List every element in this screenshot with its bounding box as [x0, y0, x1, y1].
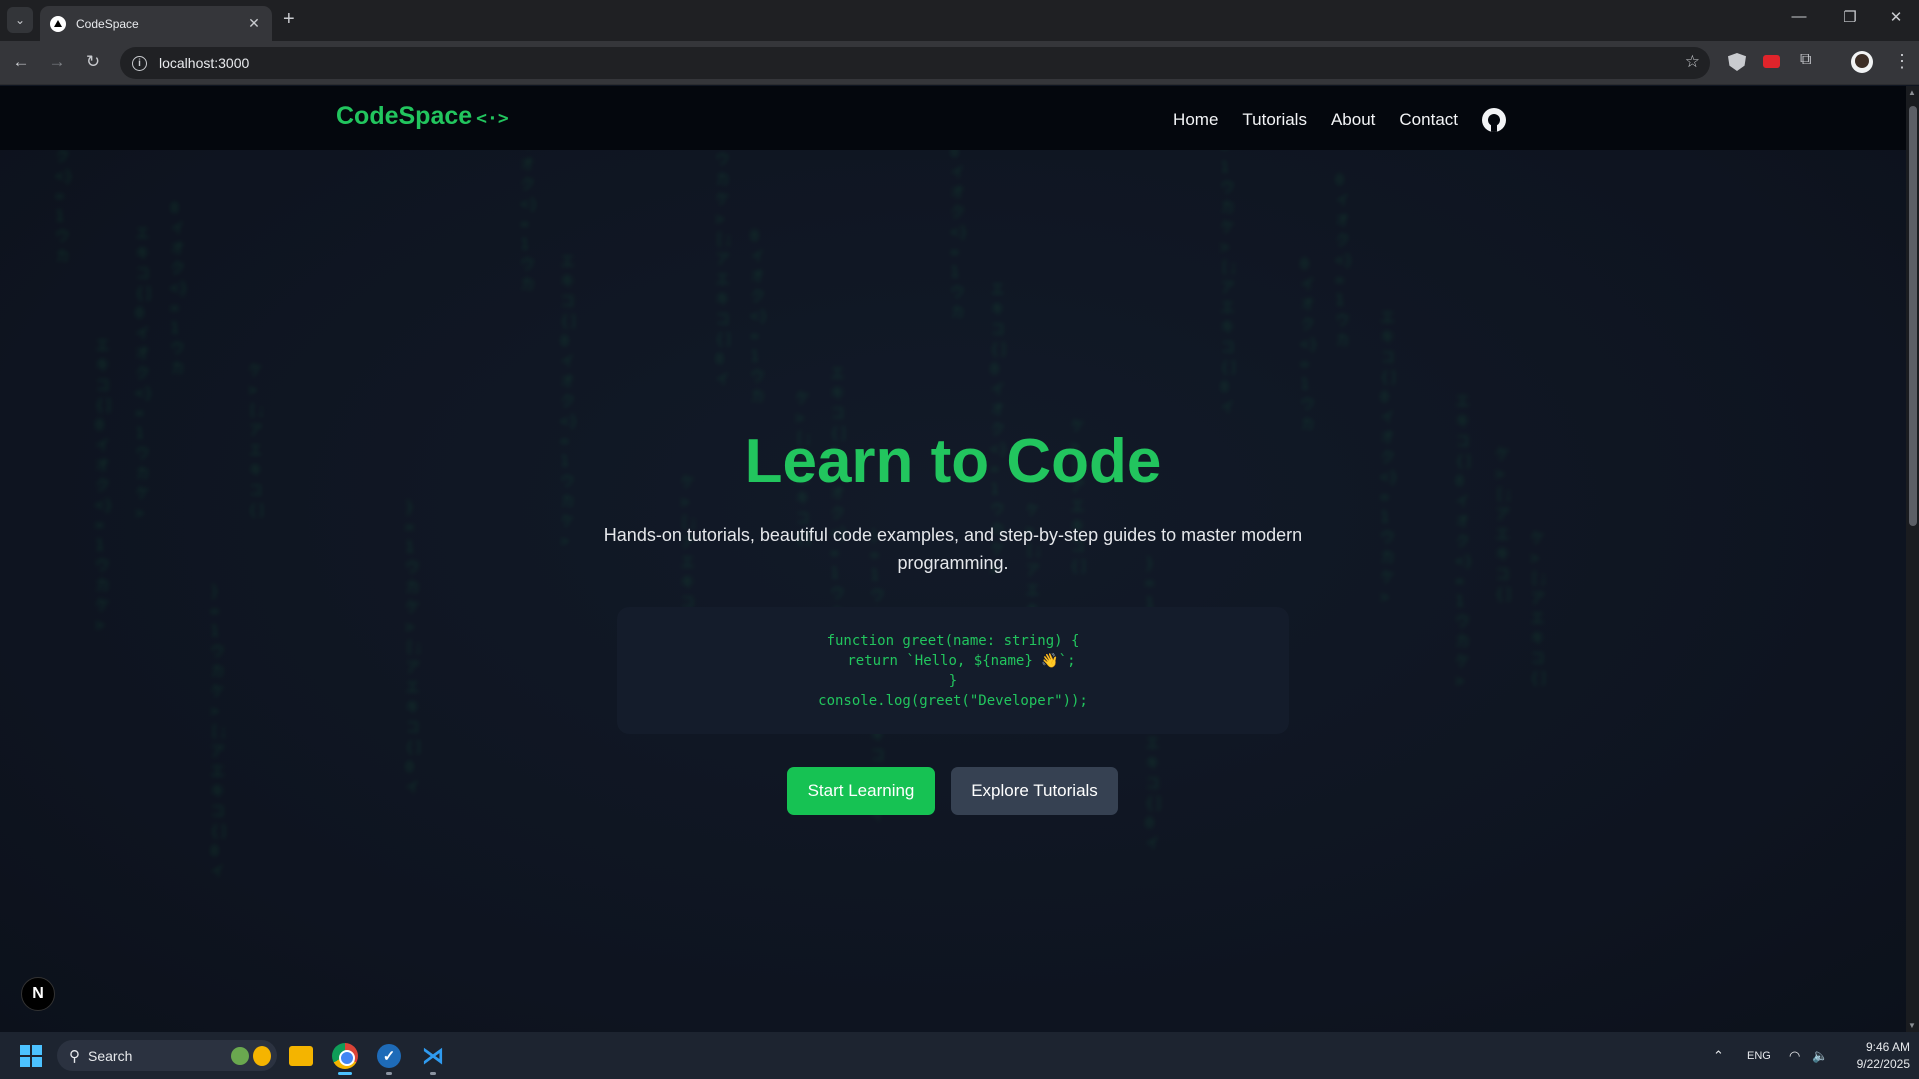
search-highlight-icon [231, 1044, 271, 1067]
nextjs-dev-badge[interactable]: N [21, 977, 55, 1011]
tab-favicon-icon [50, 15, 66, 32]
tab-list-icon[interactable]: ⌄ [7, 7, 33, 33]
rain-column: 0イオク<}=1ウカ [1335, 171, 1354, 349]
taskbar-search[interactable]: ⚲ Search [57, 1040, 277, 1071]
extensions-puzzle-icon[interactable]: ⧉ [1800, 51, 1818, 69]
bookmark-star-icon[interactable]: ☆ [1685, 52, 1700, 72]
tray-overflow-icon[interactable]: ⌃ [1713, 1032, 1724, 1079]
browser-toolbar: ← → ↻ i localhost:3000 ☆ ⧉ ⋮ [0, 41, 1919, 85]
site-logo[interactable]: CodeSpace <·> [336, 102, 509, 131]
tab-close-icon[interactable]: ✕ [246, 15, 262, 32]
site-header: CodeSpace <·> Home Tutorials About Contac… [0, 86, 1906, 150]
language-indicator[interactable]: ENG [1747, 1032, 1771, 1079]
search-icon: ⚲ [69, 1047, 80, 1065]
nav-home[interactable]: Home [1173, 110, 1218, 130]
scroll-up-icon[interactable]: ▲ [1908, 88, 1916, 97]
main-nav: Home Tutorials About Contact [1149, 108, 1506, 132]
profile-avatar-icon[interactable] [1851, 51, 1873, 73]
code-brackets-icon: <·> [476, 108, 509, 129]
forward-icon[interactable]: → [46, 52, 68, 72]
reload-icon[interactable]: ↻ [82, 52, 104, 72]
new-tab-button[interactable]: + [283, 9, 295, 29]
browser-tab-strip: ⌄ CodeSpace ✕ + — ❐ ✕ [0, 0, 1919, 41]
start-learning-button[interactable]: Start Learning [787, 767, 935, 815]
youtube-extension-icon[interactable] [1763, 55, 1780, 68]
rain-column: }=1ウカケ>[;アエキコ{]0イ [1220, 118, 1239, 416]
back-icon[interactable]: ← [10, 52, 32, 72]
github-icon[interactable] [1482, 108, 1506, 132]
code-line: function greet(name: string) { [826, 632, 1080, 649]
wifi-icon[interactable]: ◠ [1789, 1032, 1800, 1079]
scroll-thumb[interactable] [1909, 106, 1917, 526]
tab-title: CodeSpace [76, 16, 139, 31]
nav-contact[interactable]: Contact [1399, 110, 1458, 130]
rain-column: 0イオク<}=1ウカ [950, 143, 969, 321]
hero-subtitle: Hands-on tutorials, beautiful code examp… [603, 525, 1303, 573]
rain-column: エキコ{]0イオク<}=1ウカケ> [560, 252, 579, 550]
page-scrollbar[interactable]: ▲ ▼ [1906, 86, 1919, 1032]
rain-column: 0イオク<}=1ウカ [170, 199, 189, 377]
site-info-icon[interactable]: i [132, 55, 147, 71]
file-explorer-icon[interactable] [287, 1042, 315, 1070]
chrome-icon[interactable] [331, 1042, 359, 1075]
clock-time: 9:46 AM [1865, 1040, 1910, 1054]
vscode-icon[interactable]: ⋊ [419, 1042, 447, 1075]
windows-taskbar: ⚲ Search ✓ ⋊ ⌃ ENG ◠ 🔈 9:46 AM 9/22/2025 [0, 1032, 1919, 1079]
minimize-button[interactable]: — [1776, 8, 1822, 25]
close-window-button[interactable]: ✕ [1873, 8, 1919, 26]
code-example-card: function greet(name: string) { return `H… [617, 607, 1289, 734]
rain-column: }=1ウカケ>[;アエキコ{]0イ [210, 582, 229, 880]
explore-tutorials-button[interactable]: Explore Tutorials [951, 767, 1118, 815]
volume-icon[interactable]: 🔈 [1812, 1032, 1828, 1079]
rain-column: 0イオク<}=1ウカ [1300, 255, 1319, 433]
rain-column: 0イオク<}=1ウカ [750, 227, 769, 405]
code-line: console.log(greet("Developer")); [818, 692, 1088, 709]
logo-text: CodeSpace [336, 102, 473, 130]
rain-column: ケ>[;アエキコ{] [1530, 529, 1549, 687]
search-label: Search [88, 1047, 133, 1064]
nav-tutorials[interactable]: Tutorials [1242, 110, 1307, 130]
page-viewport: 0イオク<}=1ウカエキコ{]0イオク<}=1ウカケ>ケ>[;アエキコ{]}=1… [0, 86, 1906, 1032]
address-bar[interactable]: i localhost:3000 ☆ [120, 47, 1710, 79]
shield-extension-icon[interactable] [1728, 53, 1746, 71]
browser-menu-icon[interactable]: ⋮ [1893, 51, 1911, 72]
clock-date: 9/22/2025 [1856, 1057, 1910, 1071]
vpn-icon[interactable]: ✓ [375, 1042, 403, 1075]
hero-title: Learn to Code [744, 427, 1162, 496]
rain-column: }=1ウカケ>[;アエキコ{]0イ [405, 498, 424, 796]
code-line: return `Hello, ${name} 👋`; [830, 652, 1076, 669]
url-text[interactable]: localhost:3000 [159, 55, 249, 71]
restore-button[interactable]: ❐ [1827, 8, 1873, 26]
nav-about[interactable]: About [1331, 110, 1375, 130]
code-line: } [948, 672, 958, 689]
browser-tab[interactable]: CodeSpace ✕ [40, 6, 272, 41]
windows-start-icon[interactable] [20, 1045, 42, 1067]
scroll-down-icon[interactable]: ▼ [1908, 1021, 1916, 1030]
taskbar-clock[interactable]: 9:46 AM 9/22/2025 [1840, 1039, 1910, 1073]
